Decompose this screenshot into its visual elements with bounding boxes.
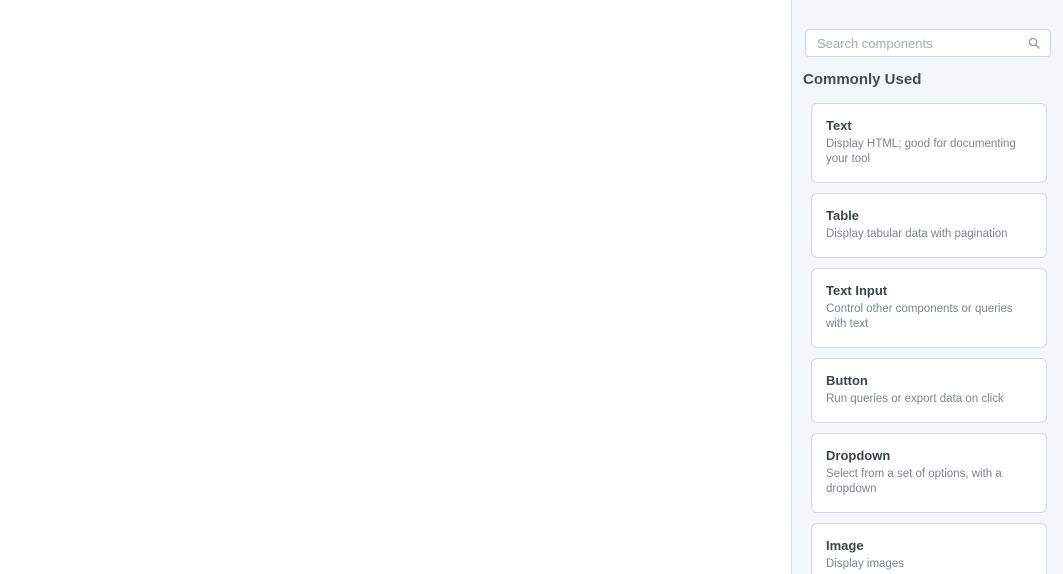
component-title: Image (826, 538, 864, 553)
component-description: Display images (826, 558, 904, 570)
component-card-image[interactable]: Image Display images (811, 523, 1047, 574)
search-box[interactable] (805, 29, 1051, 57)
component-title: Dropdown (826, 448, 891, 463)
component-title: Table (826, 208, 859, 223)
component-title: Text (826, 118, 852, 133)
component-title: Text Input (826, 283, 888, 298)
component-card-table[interactable]: Table Display tabular data with paginati… (811, 193, 1047, 258)
component-card-dropdown[interactable]: Dropdown Select from a set of options, w… (811, 433, 1047, 513)
component-card-text-input[interactable]: Text Input Control other components or q… (811, 268, 1047, 348)
component-card-button[interactable]: Button Run queries or export data on cli… (811, 358, 1047, 423)
component-picker-panel: Commonly Used Text Display HTML; good fo… (791, 0, 1063, 574)
search-input[interactable] (806, 30, 1026, 56)
component-description: Display tabular data with pagination (826, 228, 1008, 240)
section-title-commonly-used: Commonly Used (803, 71, 922, 88)
component-description: Select from a set of options, with a dro… (826, 468, 1002, 495)
component-title: Button (826, 373, 868, 388)
component-description: Control other components or queries with… (826, 303, 1013, 330)
component-description: Run queries or export data on click (826, 393, 1004, 405)
search-icon[interactable] (1028, 37, 1040, 49)
component-card-text[interactable]: Text Display HTML; good for documenting … (811, 103, 1047, 183)
component-description: Display HTML; good for documenting your … (826, 138, 1016, 165)
editor-canvas[interactable] (0, 0, 791, 574)
